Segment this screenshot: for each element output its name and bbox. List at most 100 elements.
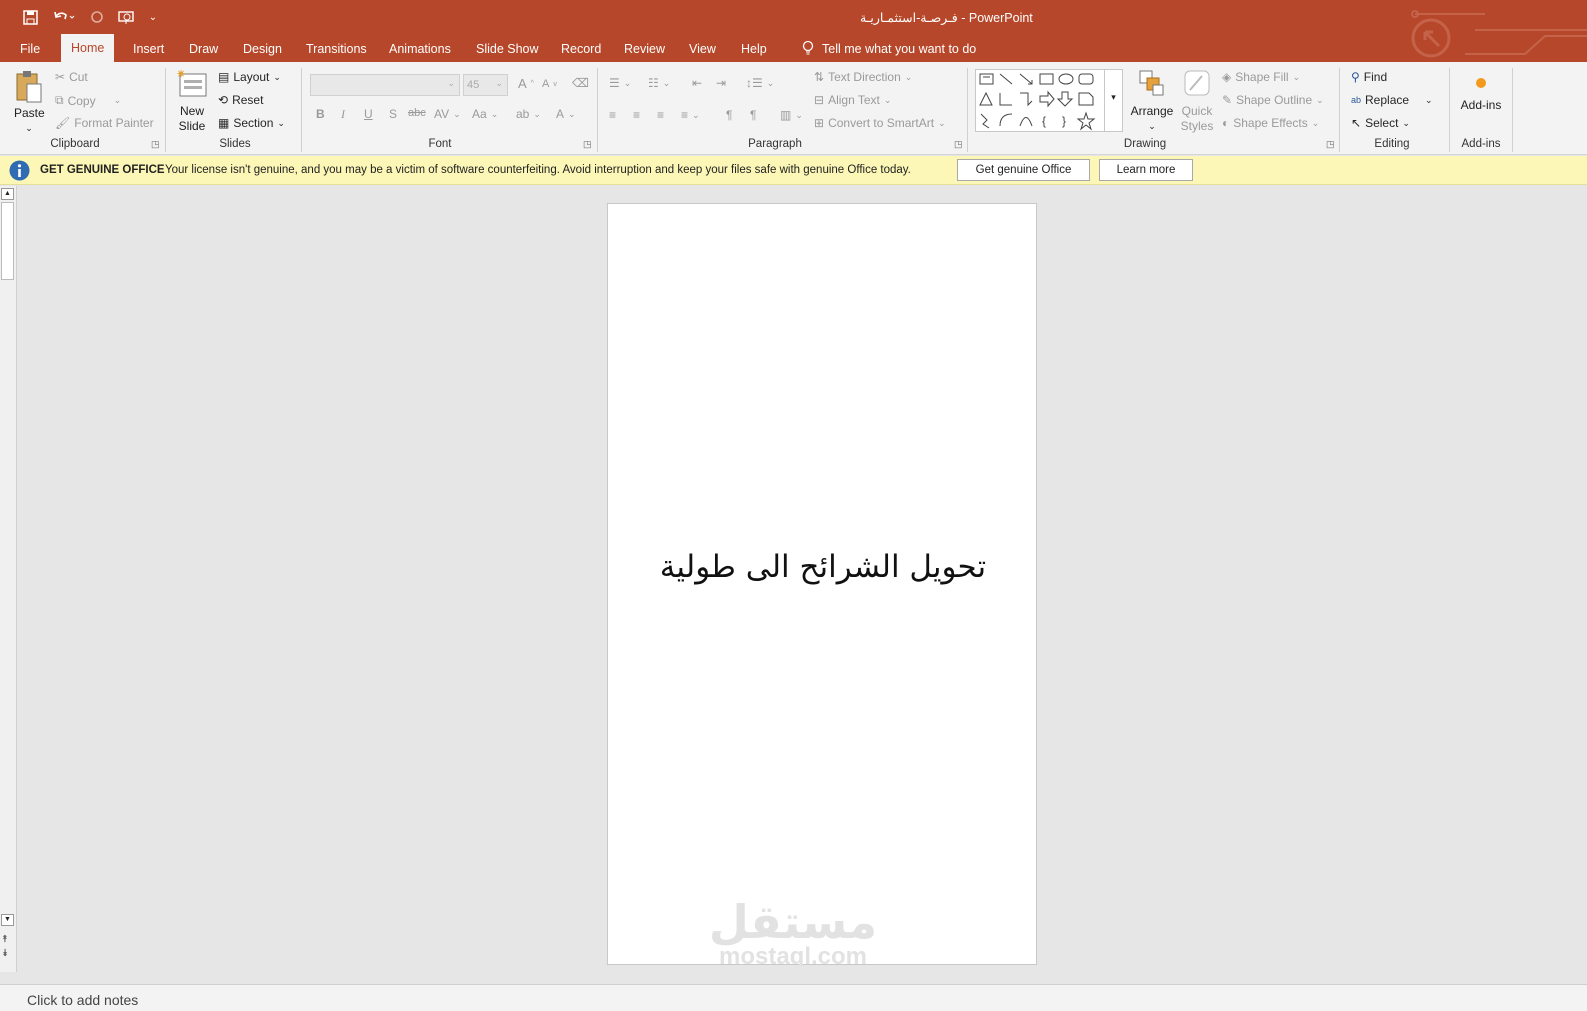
add-ins-button[interactable]: Add-ins xyxy=(1456,74,1506,113)
text-shadow-icon[interactable]: S xyxy=(389,107,397,121)
tab-review[interactable]: Review xyxy=(614,40,675,62)
bold-icon[interactable]: B xyxy=(316,107,325,121)
copy-button[interactable]: ⧉ Copy ⌄ xyxy=(55,93,121,108)
tab-record[interactable]: Record xyxy=(551,40,611,62)
slide-canvas[interactable]: تحويل الشرائح الى طولية مستقل mostaql.co… xyxy=(607,203,1038,970)
scroll-up-icon[interactable]: ▲ xyxy=(1,188,14,200)
previous-slide-icon[interactable]: ⯭ xyxy=(2,934,8,945)
arrange-icon xyxy=(1139,70,1164,96)
clear-formatting-icon[interactable]: ⌫ xyxy=(572,76,589,90)
strikethrough-icon[interactable]: abc xyxy=(408,107,426,119)
decrease-font-size-icon[interactable]: Av xyxy=(542,78,557,90)
notes-pane[interactable]: Click to add notes xyxy=(0,984,1587,1011)
tab-slide-show[interactable]: Slide Show xyxy=(466,40,549,62)
reset-button[interactable]: ⟲ Reset xyxy=(218,93,263,107)
dialog-launcher-icon[interactable]: ◳ xyxy=(151,139,160,150)
find-button[interactable]: ⚲ Find xyxy=(1351,70,1387,84)
replace-icon: ab xyxy=(1351,95,1362,105)
undo-icon[interactable] xyxy=(50,7,78,27)
align-text-icon: ⊟ xyxy=(814,93,825,107)
change-case-icon[interactable]: Aa ⌄ xyxy=(472,107,498,121)
arrange-button[interactable]: Arrange ⌄ xyxy=(1127,68,1177,131)
present-icon[interactable] xyxy=(116,7,138,27)
columns-icon[interactable]: ▥ ⌄ xyxy=(780,108,803,122)
text-direction-label: Text Direction xyxy=(828,70,901,84)
format-painter-button[interactable]: 🖌 Format Painter xyxy=(55,116,154,130)
select-button[interactable]: ↖ Select ⌄ xyxy=(1351,116,1410,130)
align-center-icon[interactable]: ≡ xyxy=(633,108,640,122)
brush-icon: 🖌 xyxy=(55,116,71,130)
tab-view[interactable]: View xyxy=(679,40,726,62)
effects-icon: ◐ xyxy=(1222,116,1230,130)
align-right-icon[interactable]: ≡ xyxy=(657,108,664,122)
scroll-thumb[interactable] xyxy=(1,202,14,280)
svg-text:mostaql.com: mostaql.com xyxy=(719,943,867,966)
quick-styles-button[interactable]: Quick Styles xyxy=(1176,68,1218,133)
genuine-office-bar: GET GENUINE OFFICE Your license isn't ge… xyxy=(0,156,1587,185)
tab-help[interactable]: Help xyxy=(731,40,777,62)
add-ins-icon xyxy=(1476,78,1486,88)
layout-icon: ▤ xyxy=(218,70,230,84)
customize-icon[interactable]: ⌄ xyxy=(146,7,160,27)
redo-icon[interactable] xyxy=(87,7,107,27)
bullets-icon[interactable]: ☰ ⌄ xyxy=(609,76,631,90)
tab-transitions[interactable]: Transitions xyxy=(296,40,377,62)
paste-button[interactable]: Paste ⌄ xyxy=(14,70,45,133)
section-button[interactable]: ▦ Section ⌄ xyxy=(218,116,285,130)
convert-smartart-button[interactable]: ⊞ Convert to SmartArt ⌄ xyxy=(814,116,946,130)
align-text-button[interactable]: ⊟ Align Text ⌄ xyxy=(814,93,891,107)
shape-fill-button[interactable]: ◈ Shape Fill ⌄ xyxy=(1222,70,1300,84)
chevron-down-icon: ⌄ xyxy=(277,117,285,128)
cut-button[interactable]: ✂ Cut xyxy=(55,70,88,84)
scroll-down-icon[interactable]: ▼ xyxy=(1,914,14,926)
shape-outline-label: Shape Outline xyxy=(1236,93,1313,107)
tab-design[interactable]: Design xyxy=(233,40,292,62)
underline-icon[interactable]: U xyxy=(364,107,373,121)
shape-effects-button[interactable]: ◐ Shape Effects ⌄ xyxy=(1222,116,1319,130)
italic-icon[interactable]: I xyxy=(341,107,345,122)
line-spacing-icon[interactable]: ↕☰ ⌄ xyxy=(746,76,774,90)
dialog-launcher-icon[interactable]: ◳ xyxy=(1326,139,1335,150)
gallery-more-icon[interactable]: ▾ xyxy=(1104,70,1122,131)
justify-icon[interactable]: ≡ ⌄ xyxy=(681,108,700,122)
arrange-label: Arrange xyxy=(1130,104,1174,118)
font-color-icon[interactable]: A ⌄ xyxy=(556,107,576,121)
reset-icon: ⟲ xyxy=(218,93,229,107)
increase-font-size-icon[interactable]: A ^ xyxy=(518,76,534,91)
font-size-combo[interactable]: 45 ⌄ xyxy=(463,74,508,96)
tab-home[interactable]: Home xyxy=(61,34,115,62)
quick-styles-label-1: Quick xyxy=(1181,104,1213,118)
format-painter-label: Format Painter xyxy=(74,116,154,130)
next-slide-icon[interactable]: ⯯ xyxy=(2,948,8,959)
get-genuine-office-button[interactable]: Get genuine Office xyxy=(957,159,1090,181)
tell-me-search[interactable]: Tell me what you want to do xyxy=(792,40,986,62)
vertical-scrollbar[interactable]: ▲ ▼ ⯭ ⯯ xyxy=(0,186,17,972)
shape-outline-button[interactable]: ✎ Shape Outline ⌄ xyxy=(1222,93,1324,107)
replace-button[interactable]: ab Replace ⌄ xyxy=(1351,93,1433,107)
tab-draw[interactable]: Draw xyxy=(179,40,228,62)
convert-smartart-label: Convert to SmartArt xyxy=(828,116,935,130)
divider xyxy=(301,68,302,152)
ltr-icon[interactable]: ¶ xyxy=(726,108,732,122)
new-slide-button[interactable]: ✷ New Slide xyxy=(174,67,214,133)
increase-indent-icon[interactable]: ⇥ xyxy=(716,76,726,90)
text-direction-button[interactable]: ⇅ Text Direction ⌄ xyxy=(814,70,912,84)
layout-button[interactable]: ▤ Layout ⌄ xyxy=(218,70,281,84)
shapes-gallery[interactable]: { } ▾ xyxy=(975,69,1123,132)
align-left-icon[interactable]: ≡ xyxy=(609,108,616,122)
character-spacing-icon[interactable]: AV ⌄ xyxy=(434,107,461,121)
font-family-combo[interactable]: ⌄ xyxy=(310,74,460,96)
numbering-icon[interactable]: ☷ ⌄ xyxy=(648,76,670,90)
tab-insert[interactable]: Insert xyxy=(123,40,174,62)
save-icon[interactable] xyxy=(20,7,40,27)
slide-title-text[interactable]: تحويل الشرائح الى طولية xyxy=(608,549,1038,585)
tab-animations[interactable]: Animations xyxy=(379,40,461,62)
dialog-launcher-icon[interactable]: ◳ xyxy=(583,139,592,150)
tab-file[interactable]: File xyxy=(10,40,50,62)
decrease-indent-icon[interactable]: ⇤ xyxy=(692,76,702,90)
learn-more-button[interactable]: Learn more xyxy=(1099,159,1193,181)
dialog-launcher-icon[interactable]: ◳ xyxy=(954,139,963,150)
rtl-icon[interactable]: ¶ xyxy=(750,108,756,122)
highlight-icon[interactable]: ab ⌄ xyxy=(516,107,541,121)
section-label: Section xyxy=(233,116,274,130)
